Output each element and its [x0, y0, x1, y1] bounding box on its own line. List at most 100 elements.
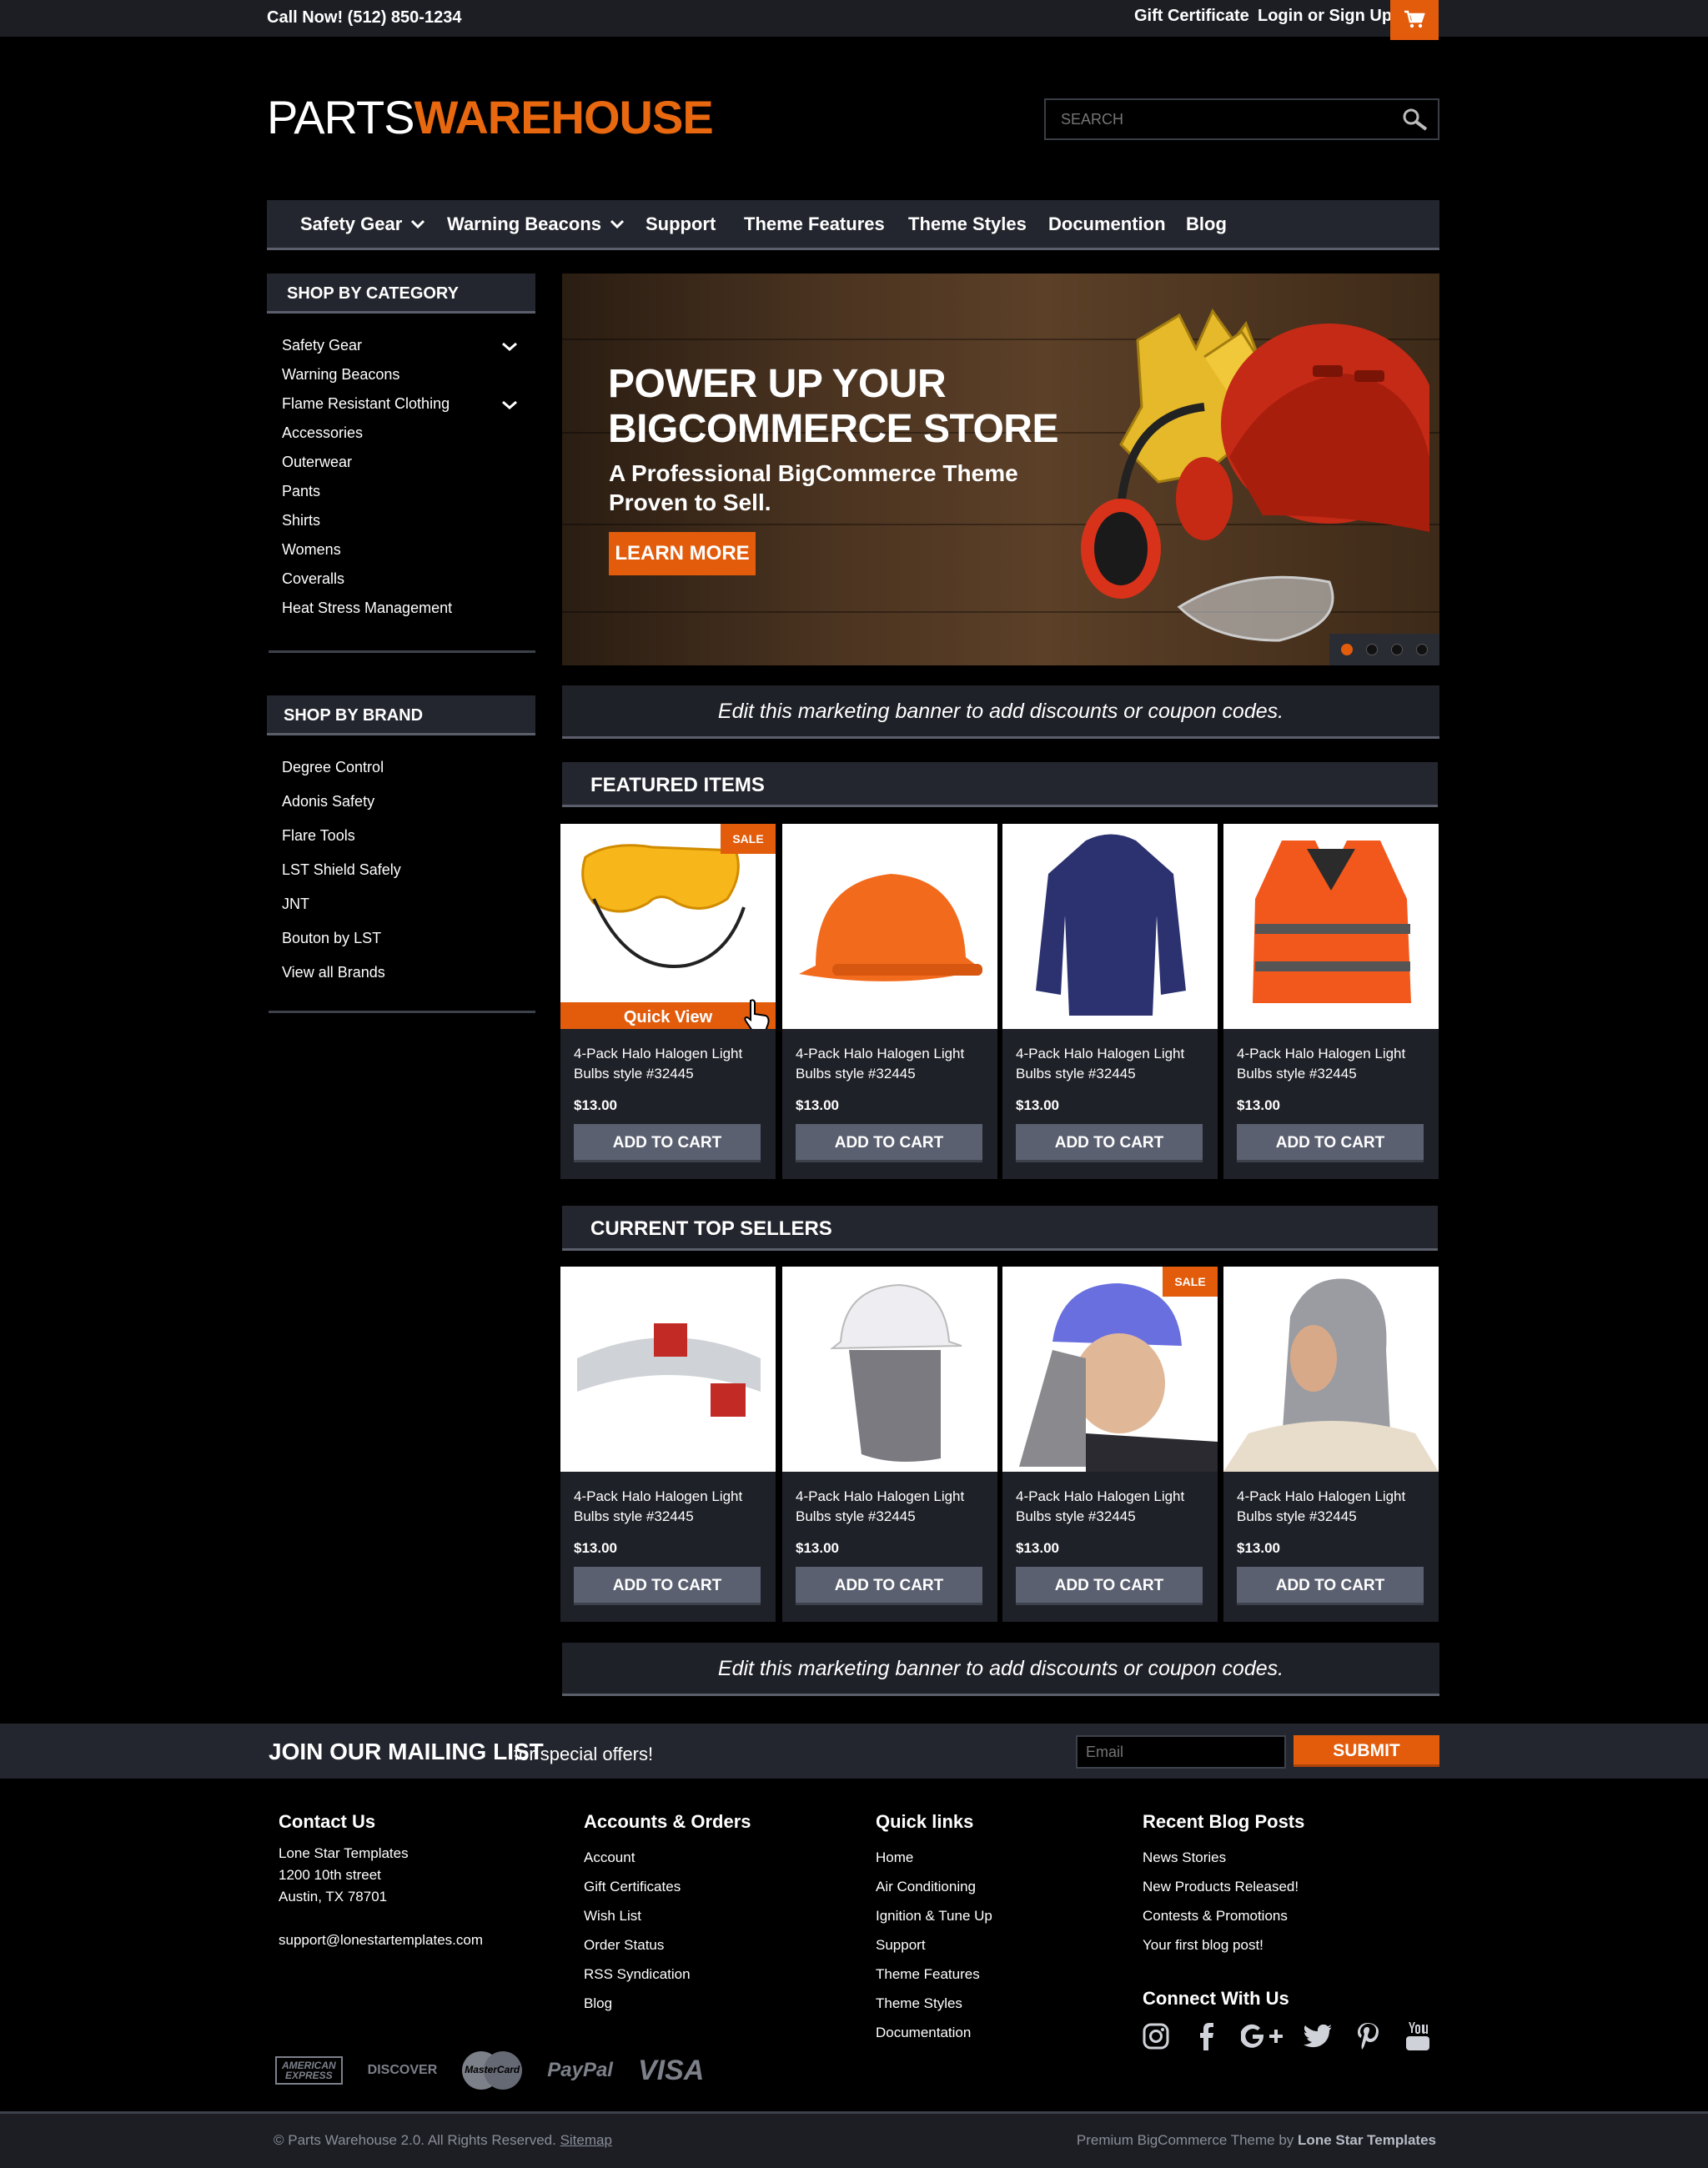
product-name[interactable]: 4-Pack Halo Halogen Light Bulbs style #32… — [1237, 1487, 1437, 1527]
nav-warning-beacons[interactable]: Warning Beacons — [447, 213, 625, 235]
nav-safety-gear[interactable]: Safety Gear — [300, 213, 425, 235]
footer-link[interactable]: Theme Features — [876, 1960, 992, 1989]
category-womens[interactable]: Womens — [282, 541, 341, 559]
youtube-icon[interactable] — [1403, 2021, 1433, 2051]
footer-link[interactable]: Theme Styles — [876, 1989, 992, 2018]
product-name[interactable]: 4-Pack Halo Halogen Light Bulbs style #32… — [1016, 1044, 1216, 1084]
footer-link[interactable]: Home — [876, 1843, 992, 1872]
twitter-icon[interactable] — [1303, 2021, 1333, 2051]
add-to-cart-button[interactable]: ADD TO CART — [1237, 1124, 1424, 1162]
support-email-link[interactable]: support@lonestartemplates.com — [279, 1930, 483, 1951]
chevron-down-icon[interactable] — [501, 342, 518, 352]
footer-link[interactable]: Ignition & Tune Up — [876, 1901, 992, 1930]
add-to-cart-button[interactable]: ADD TO CART — [796, 1567, 982, 1605]
add-to-cart-button[interactable]: ADD TO CART — [574, 1124, 761, 1162]
footer-link[interactable]: New Products Released! — [1143, 1872, 1304, 1901]
product-card[interactable]: 4-Pack Halo Halogen Light Bulbs style #32… — [560, 1267, 776, 1622]
add-to-cart-button[interactable]: ADD TO CART — [1237, 1567, 1424, 1605]
hero-banner[interactable]: POWER UP YOUR BIGCOMMERCE STORE A Profess… — [562, 274, 1439, 665]
category-shirts[interactable]: Shirts — [282, 512, 320, 529]
category-warning-beacons[interactable]: Warning Beacons — [282, 366, 399, 384]
footer-link[interactable]: Wish List — [584, 1901, 751, 1930]
product-image[interactable]: SALE Quick View — [560, 824, 776, 1029]
product-name[interactable]: 4-Pack Halo Halogen Light Bulbs style #32… — [574, 1487, 774, 1527]
product-image[interactable]: SALE — [1002, 1267, 1218, 1472]
category-accessories[interactable]: Accessories — [282, 424, 363, 442]
product-name[interactable]: 4-Pack Halo Halogen Light Bulbs style #32… — [1237, 1044, 1437, 1084]
gift-certificate-link[interactable]: Gift Certificate — [1134, 7, 1249, 26]
product-name[interactable]: 4-Pack Halo Halogen Light Bulbs style #32… — [574, 1044, 774, 1084]
brand-bouton[interactable]: Bouton by LST — [282, 930, 381, 947]
category-pants[interactable]: Pants — [282, 483, 320, 500]
credit-brand-link[interactable]: Lone Star Templates — [1298, 2132, 1436, 2148]
footer-link[interactable]: Gift Certificates — [584, 1872, 751, 1901]
nav-theme-styles[interactable]: Theme Styles — [908, 213, 1027, 235]
login-signup-link[interactable]: Login or Sign Up — [1258, 7, 1392, 26]
product-card[interactable]: 4-Pack Halo Halogen Light Bulbs style #32… — [782, 1267, 997, 1622]
footer-link[interactable]: Support — [876, 1930, 992, 1960]
footer-link[interactable]: Account — [584, 1843, 751, 1872]
product-image[interactable] — [782, 1267, 997, 1472]
carousel-dot[interactable] — [1366, 644, 1378, 655]
cart-button[interactable] — [1390, 0, 1439, 40]
add-to-cart-button[interactable]: ADD TO CART — [1016, 1124, 1203, 1162]
product-card[interactable]: 4-Pack Halo Halogen Light Bulbs style #32… — [1223, 824, 1439, 1179]
nav-blog[interactable]: Blog — [1186, 213, 1227, 235]
product-image[interactable] — [560, 1267, 776, 1472]
category-coveralls[interactable]: Coveralls — [282, 570, 344, 588]
brand-jnt[interactable]: JNT — [282, 896, 309, 913]
product-card[interactable]: 4-Pack Halo Halogen Light Bulbs style #32… — [782, 824, 997, 1179]
facebook-icon[interactable] — [1191, 2021, 1221, 2051]
brand-lst-shield[interactable]: LST Shield Safely — [282, 861, 401, 879]
product-card[interactable]: 4-Pack Halo Halogen Light Bulbs style #32… — [1223, 1267, 1439, 1622]
brand-flare-tools[interactable]: Flare Tools — [282, 827, 355, 845]
brand-adonis-safety[interactable]: Adonis Safety — [282, 793, 374, 810]
add-to-cart-button[interactable]: ADD TO CART — [796, 1124, 982, 1162]
product-name[interactable]: 4-Pack Halo Halogen Light Bulbs style #32… — [1016, 1487, 1216, 1527]
submit-button[interactable]: SUBMIT — [1294, 1735, 1439, 1767]
carousel-dot[interactable] — [1341, 644, 1353, 655]
nav-documention[interactable]: Documention — [1048, 213, 1166, 235]
carousel-dot[interactable] — [1416, 644, 1428, 655]
sitemap-link[interactable]: Sitemap — [560, 2132, 612, 2148]
category-heat-stress[interactable]: Heat Stress Management — [282, 600, 452, 617]
footer-link[interactable]: News Stories — [1143, 1843, 1304, 1872]
product-name[interactable]: 4-Pack Halo Halogen Light Bulbs style #32… — [796, 1044, 996, 1084]
chevron-down-icon[interactable] — [501, 400, 518, 410]
chevron-down-icon — [411, 219, 425, 229]
nav-support[interactable]: Support — [646, 213, 716, 235]
product-name[interactable]: 4-Pack Halo Halogen Light Bulbs style #32… — [796, 1487, 996, 1527]
learn-more-button[interactable]: LEARN MORE — [609, 532, 756, 575]
product-card[interactable]: 4-Pack Halo Halogen Light Bulbs style #32… — [1002, 824, 1218, 1179]
category-flame-resistant[interactable]: Flame Resistant Clothing — [282, 395, 450, 413]
nav-theme-features[interactable]: Theme Features — [744, 213, 885, 235]
brand-degree-control[interactable]: Degree Control — [282, 759, 384, 776]
carousel-dot[interactable] — [1391, 644, 1403, 655]
product-card[interactable]: SALE 4-Pack Halo Halogen Light Bulbs styl… — [1002, 1267, 1218, 1622]
footer-link[interactable]: Contests & Promotions — [1143, 1901, 1304, 1930]
instagram-icon[interactable] — [1141, 2021, 1171, 2051]
footer-link[interactable]: Your first blog post! — [1143, 1930, 1304, 1960]
brand-view-all[interactable]: View all Brands — [282, 964, 385, 981]
search-icon[interactable] — [1401, 107, 1429, 136]
product-image[interactable] — [1002, 824, 1218, 1029]
email-field[interactable] — [1076, 1735, 1286, 1769]
add-to-cart-button[interactable]: ADD TO CART — [574, 1567, 761, 1605]
pinterest-icon[interactable] — [1353, 2021, 1383, 2051]
site-logo[interactable]: PARTSWAREHOUSE — [267, 90, 714, 144]
search-input[interactable] — [1046, 100, 1379, 138]
category-outerwear[interactable]: Outerwear — [282, 454, 352, 471]
google-plus-icon[interactable] — [1241, 2021, 1283, 2051]
product-image[interactable] — [1223, 1267, 1439, 1472]
phone-number[interactable]: Call Now! (512) 850-1234 — [267, 8, 461, 28]
product-image[interactable] — [1223, 824, 1439, 1029]
category-safety-gear[interactable]: Safety Gear — [282, 337, 362, 354]
footer-link[interactable]: Documentation — [876, 2018, 992, 2047]
product-image[interactable] — [782, 824, 997, 1029]
footer-link[interactable]: Blog — [584, 1989, 751, 2018]
footer-link[interactable]: Air Conditioning — [876, 1872, 992, 1901]
footer-link[interactable]: RSS Syndication — [584, 1960, 751, 1989]
footer-link[interactable]: Order Status — [584, 1930, 751, 1960]
product-card[interactable]: SALE Quick View 4-Pack Halo Halogen Ligh… — [560, 824, 776, 1179]
add-to-cart-button[interactable]: ADD TO CART — [1016, 1567, 1203, 1605]
